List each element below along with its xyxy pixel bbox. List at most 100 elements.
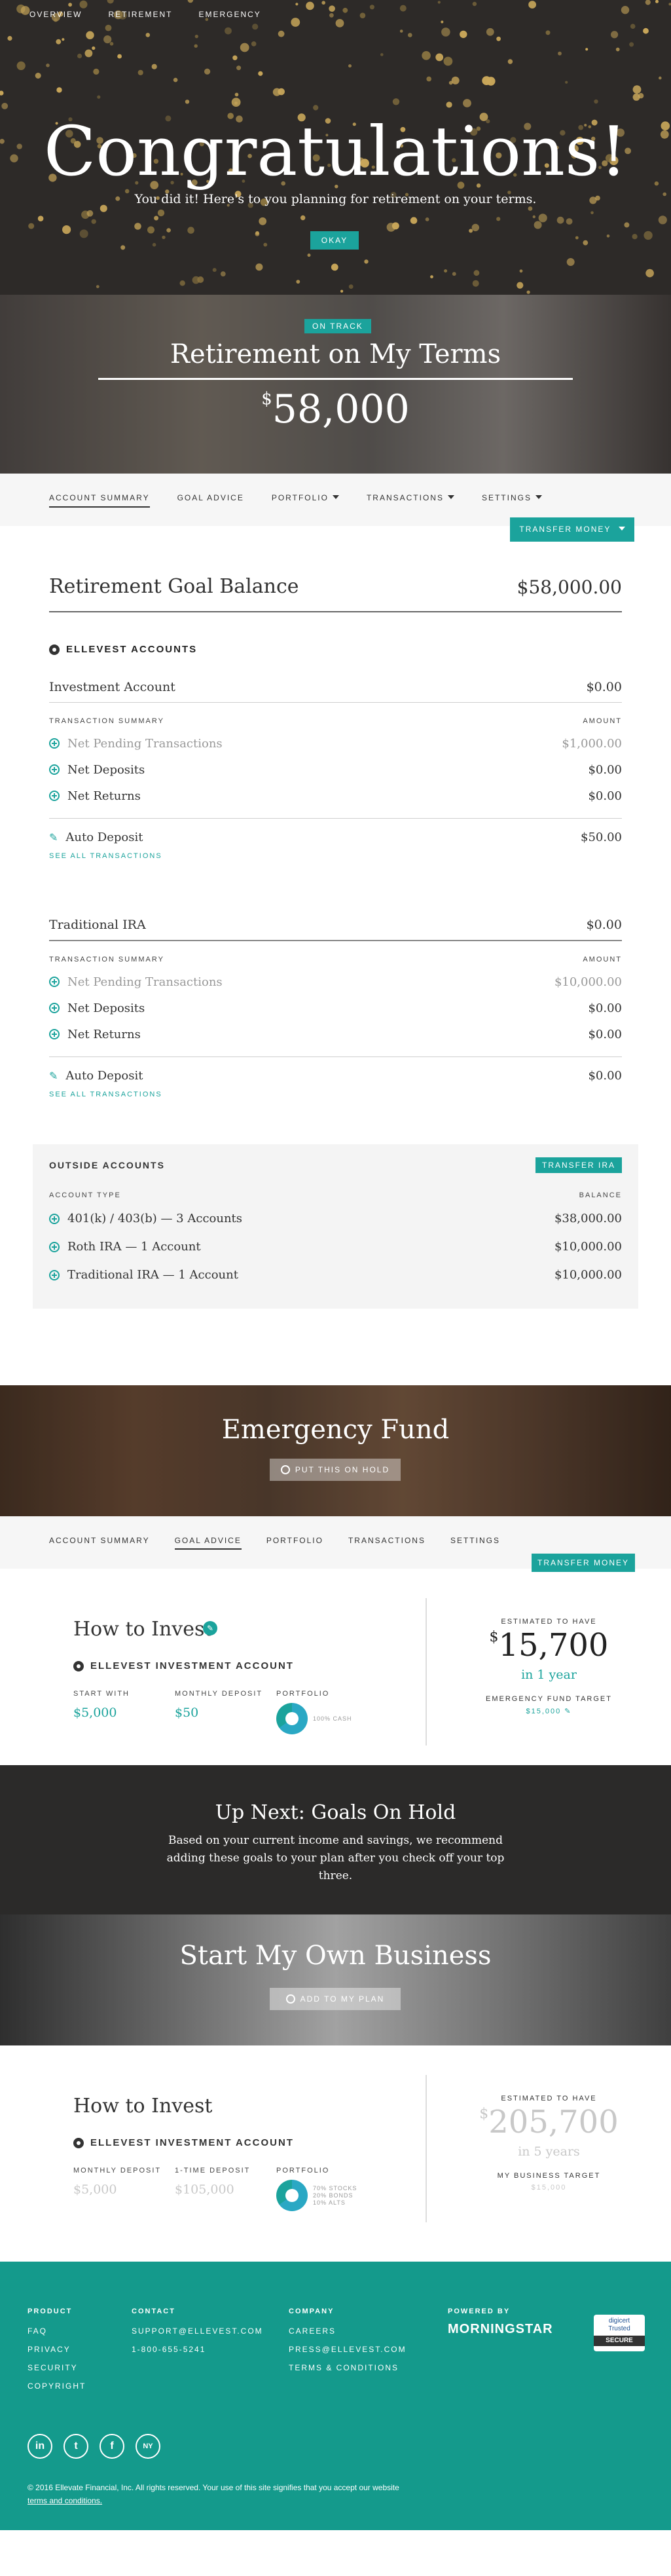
ellevest-accounts-heading: ELLEVEST ACCOUNTS: [49, 644, 622, 655]
okay-button[interactable]: OKAY: [310, 231, 359, 250]
type-label: ACCOUNT TYPE: [49, 1191, 121, 1199]
auto-deposit-row[interactable]: ✎ Auto Deposit $0.00: [49, 1056, 622, 1083]
legend-stocks: 70% STOCKS: [313, 2184, 357, 2192]
group-title: ELLEVEST ACCOUNTS: [66, 644, 198, 655]
goal-balance-section: Retirement Goal Balance $58,000.00 ELLEV…: [0, 526, 671, 1098]
see-all-transactions-link[interactable]: SEE ALL TRANSACTIONS: [49, 852, 622, 860]
tab-goal-advice[interactable]: GOAL ADVICE: [177, 493, 244, 508]
digicert-seal[interactable]: digicert Trusted SECURE: [594, 2315, 645, 2351]
footer-link-support-email[interactable]: SUPPORT@ELLEVEST.COM: [132, 2322, 263, 2340]
status-badge: ON TRACK: [304, 319, 371, 333]
outside-row[interactable]: 401(k) / 403(b) — 3 Accounts $38,000.00: [49, 1204, 622, 1233]
estimate-label: ESTIMATED TO HAVE: [501, 1618, 597, 1626]
tab-account-summary[interactable]: ACCOUNT SUMMARY: [49, 493, 150, 508]
plus-circle-icon: [285, 1994, 295, 2004]
digicert-secure: SECURE: [594, 2336, 645, 2346]
amount-value: 58,000: [272, 386, 410, 432]
line-label: Net Pending Transactions: [67, 975, 223, 989]
outside-accounts-panel: OUTSIDE ACCOUNTS TRANSFER IRA ACCOUNT TY…: [33, 1144, 638, 1309]
target-value[interactable]: $15,000 ✎: [427, 1707, 671, 1715]
tab-transactions[interactable]: TRANSACTIONS: [348, 1536, 426, 1550]
tab-goal-advice[interactable]: GOAL ADVICE: [174, 1536, 242, 1550]
summary-header: TRANSACTION SUMMARY AMOUNT: [49, 956, 622, 963]
summary-line[interactable]: Net Pending Transactions $1,000.00: [49, 730, 622, 756]
nav-retirement[interactable]: RETIREMENT: [108, 10, 172, 19]
summary-line[interactable]: Net Pending Transactions $10,000.00: [49, 969, 622, 995]
outside-label: Roth IRA — 1 Account: [67, 1240, 201, 1254]
linkedin-icon[interactable]: in: [27, 2434, 52, 2459]
new-york-icon[interactable]: NY: [136, 2434, 160, 2459]
footer-heading: PRODUCT: [27, 2307, 73, 2315]
see-all-transactions-link[interactable]: SEE ALL TRANSACTIONS: [49, 1091, 622, 1098]
site-footer: PRODUCT FAQ PRIVACY SECURITY COPYRIGHT C…: [0, 2262, 671, 2530]
estimate-label: ESTIMATED TO HAVE: [501, 2095, 597, 2102]
expand-plus-icon: [49, 764, 60, 775]
tab-transactions[interactable]: TRANSACTIONS: [367, 493, 454, 508]
summary-line[interactable]: Net Returns $0.00: [49, 783, 622, 809]
add-to-plan-button[interactable]: ADD TO MY PLAN: [270, 1988, 401, 2010]
footer-phone[interactable]: 1-800-655-5241: [132, 2340, 263, 2359]
line-value: $0.00: [588, 1027, 622, 1041]
footer-link-press[interactable]: PRESS@ELLEVEST.COM: [289, 2340, 407, 2359]
put-on-hold-button[interactable]: PUT THIS ON HOLD: [270, 1459, 401, 1481]
auto-deposit-row[interactable]: ✎ Auto Deposit $50.00: [49, 818, 622, 844]
chevron-down-icon: [332, 495, 339, 499]
footer-link-terms[interactable]: TERMS & CONDITIONS: [289, 2359, 407, 2377]
outside-value: $10,000.00: [554, 1240, 622, 1254]
footer-product: PRODUCT FAQ PRIVACY SECURITY COPYRIGHT: [27, 2307, 86, 2395]
nav-overview[interactable]: OVERVIEW: [29, 10, 82, 19]
edit-pencil-icon[interactable]: ✎: [203, 1621, 217, 1635]
transfer-money-button[interactable]: TRANSFER MONEY: [510, 517, 634, 542]
hero-title: Congratulations!: [43, 111, 628, 191]
footer-heading: CONTACT: [132, 2307, 175, 2315]
footer-link-faq[interactable]: FAQ: [27, 2322, 86, 2340]
summary-line[interactable]: Net Deposits $0.00: [49, 995, 622, 1021]
footer-link-copyright[interactable]: COPYRIGHT: [27, 2377, 86, 2395]
summary-line[interactable]: Net Deposits $0.00: [49, 756, 622, 783]
morningstar-logo[interactable]: MORNINGSTAR: [448, 2322, 553, 2337]
account-name: Investment Account: [49, 680, 175, 694]
footer-link-privacy[interactable]: PRIVACY: [27, 2340, 86, 2359]
pencil-icon: ✎: [564, 1708, 572, 1715]
portfolio-label: PORTFOLIO: [276, 1690, 330, 1698]
account-row[interactable]: Investment Account $0.00: [49, 669, 622, 703]
account-title: ELLEVEST INVESTMENT ACCOUNT: [90, 1660, 294, 1671]
business-how-to-invest: How to Invest ELLEVEST INVESTMENT ACCOUN…: [0, 2045, 671, 2242]
title-rule: [98, 378, 573, 380]
estimate-panel: ESTIMATED TO HAVE $205,700 in 5 years MY…: [426, 2075, 671, 2222]
footer-link-careers[interactable]: CAREERS: [289, 2322, 407, 2340]
pause-circle-icon: [280, 1465, 290, 1474]
account-row[interactable]: Traditional IRA $0.00: [49, 907, 622, 941]
tab-portfolio[interactable]: PORTFOLIO: [272, 493, 339, 508]
line-label: Net Returns: [67, 1027, 141, 1041]
up-next-section: Up Next: Goals On Hold Based on your cur…: [0, 1765, 671, 1914]
transfer-money-button[interactable]: TRANSFER MONEY: [532, 1554, 635, 1572]
footer-powered-by: POWERED BY MORNINGSTAR: [448, 2307, 553, 2337]
expand-plus-icon: [49, 1029, 60, 1039]
congratulations-hero: OVERVIEW RETIREMENT EMERGENCY Congratula…: [0, 0, 671, 295]
banner-overlay: [0, 1914, 671, 2045]
summary-line[interactable]: Net Returns $0.00: [49, 1021, 622, 1047]
tab-settings[interactable]: SETTINGS: [482, 493, 542, 508]
expand-plus-icon: [49, 1241, 60, 1252]
transfer-ira-button[interactable]: TRANSFER IRA: [535, 1157, 622, 1173]
nav-emergency[interactable]: EMERGENCY: [198, 10, 261, 19]
tab-portfolio[interactable]: PORTFOLIO: [266, 1536, 323, 1550]
terms-link[interactable]: terms and conditions.: [27, 2494, 399, 2507]
twitter-icon[interactable]: t: [63, 2434, 88, 2459]
tab-account-summary[interactable]: ACCOUNT SUMMARY: [49, 1536, 150, 1550]
tab-settings[interactable]: SETTINGS: [450, 1536, 500, 1550]
portfolio-donut-chart: [276, 2180, 308, 2211]
pencil-icon[interactable]: ✎: [49, 1070, 58, 1082]
footer-link-security[interactable]: SECURITY: [27, 2359, 86, 2377]
portfolio-legend: 70% STOCKS 20% BONDS 10% ALTS: [313, 2185, 357, 2207]
line-value: $1,000.00: [562, 736, 622, 751]
start-with-label: START WITH: [73, 1690, 130, 1698]
outside-row[interactable]: Traditional IRA — 1 Account $10,000.00: [49, 1261, 622, 1289]
portfolio-label: PORTFOLIO: [276, 2167, 330, 2175]
pencil-icon[interactable]: ✎: [49, 831, 58, 844]
facebook-icon[interactable]: f: [100, 2434, 124, 2459]
currency-symbol: $: [261, 389, 272, 409]
auto-deposit-value: $0.00: [588, 1069, 622, 1083]
outside-row[interactable]: Roth IRA — 1 Account $10,000.00: [49, 1233, 622, 1261]
